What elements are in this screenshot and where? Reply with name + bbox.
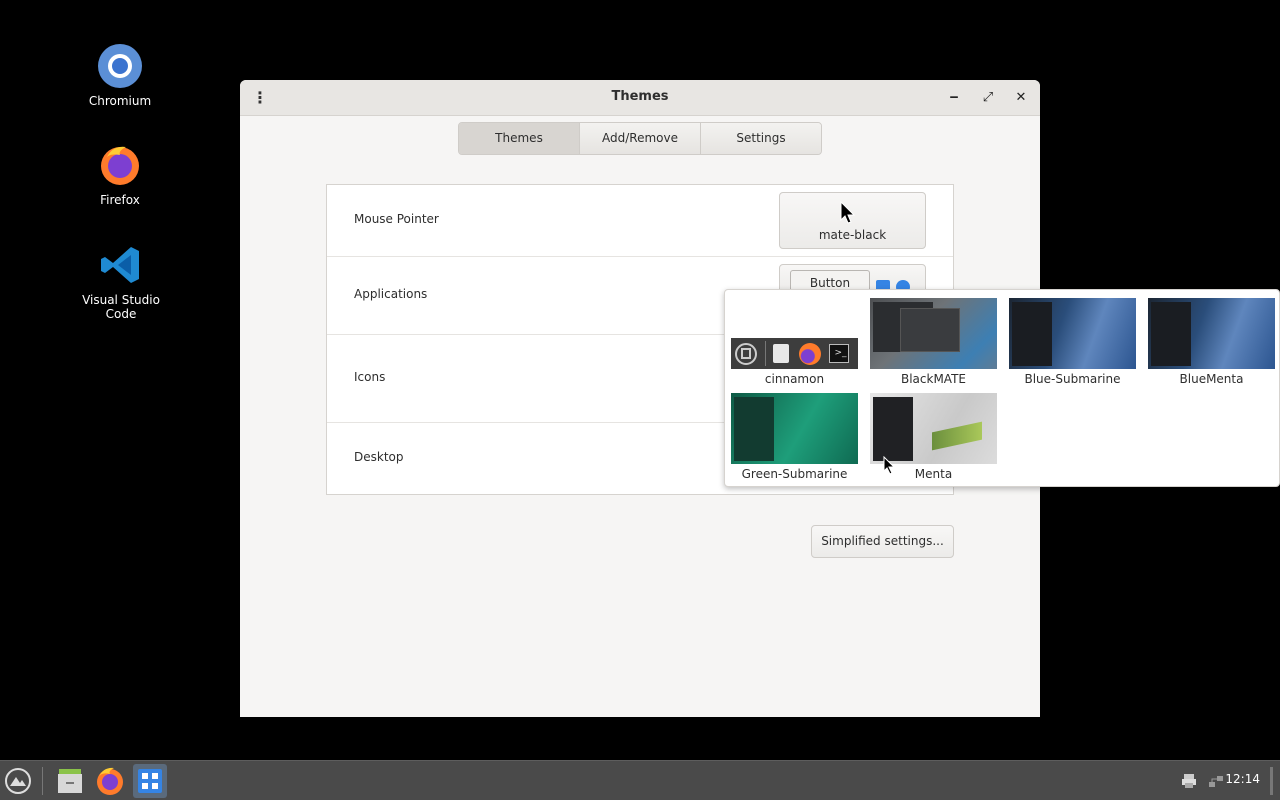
theme-name: Green-Submarine (741, 467, 848, 481)
firefox-icon (97, 767, 123, 795)
row-label: Desktop (354, 450, 404, 464)
mouse-pointer-value: mate-black (818, 228, 887, 242)
close-button[interactable]: ✕ (1012, 89, 1030, 107)
printer-icon[interactable] (1180, 772, 1198, 793)
titlebar: ⋮ Themes ‒ ⤢ ✕ (240, 80, 1040, 116)
separator (1270, 767, 1273, 795)
taskbar: 12:14 (0, 760, 1280, 800)
simplified-settings-button[interactable]: Simplified settings... (811, 525, 954, 558)
tab-settings[interactable]: Settings (701, 123, 821, 154)
wallpaper-preview (932, 421, 982, 451)
vscode-icon (99, 243, 143, 287)
row-label: Icons (354, 370, 386, 384)
row-mouse-pointer: Mouse Pointer mate-black (327, 185, 953, 257)
menu-button[interactable] (1, 764, 35, 798)
theme-name: cinnamon (764, 372, 825, 386)
terminal-icon: >_ (829, 344, 849, 363)
window-preview (873, 397, 913, 461)
tab-bar: Themes Add/Remove Settings (458, 122, 822, 155)
window-preview (900, 308, 960, 352)
desktop-icon-chromium[interactable]: Chromium (70, 44, 170, 108)
firefox-icon (799, 343, 821, 365)
theme-option-blue-submarine[interactable]: Blue-Submarine (1009, 298, 1136, 386)
desktop-icon-label: Visual Studio (82, 293, 160, 307)
theme-thumbnail (1009, 298, 1136, 369)
start-menu-icon (5, 768, 31, 794)
row-label: Mouse Pointer (354, 212, 439, 226)
theme-name: BlackMATE (900, 372, 966, 386)
theme-thumbnail (1148, 298, 1275, 369)
desktop-icon-label: Code (105, 307, 137, 321)
cursor-icon (883, 456, 896, 475)
taskbar-themes-window[interactable] (133, 764, 167, 798)
taskbar-files[interactable] (53, 764, 87, 798)
theme-thumbnail (870, 393, 997, 464)
theme-option-cinnamon[interactable]: >_ cinnamon (731, 298, 858, 386)
tab-themes[interactable]: Themes (459, 123, 580, 154)
row-label: Applications (354, 287, 428, 301)
theme-thumbnail (731, 393, 858, 464)
minimize-button[interactable]: ‒ (945, 89, 963, 107)
window-preview (1151, 302, 1191, 366)
window-preview (1012, 302, 1052, 366)
window-title: Themes (611, 89, 669, 104)
theme-chooser-popover: >_ cinnamon BlackMATE Blue-Submarine Blu… (724, 289, 1280, 487)
maximize-button[interactable]: ⤢ (979, 89, 997, 107)
theme-name: BlueMenta (1179, 372, 1244, 386)
desktop-icon-label: Chromium (88, 94, 152, 108)
theme-option-blackmate[interactable]: BlackMATE (870, 298, 997, 386)
mint-logo-icon (735, 343, 757, 365)
desktop-icon-vscode[interactable]: Visual Studio Code (71, 243, 171, 321)
chromium-icon (98, 44, 142, 88)
desktop-icon-firefox[interactable]: Firefox (70, 143, 170, 207)
cursor-icon (840, 201, 856, 224)
tab-add-remove[interactable]: Add/Remove (580, 123, 701, 154)
taskbar-firefox[interactable] (93, 764, 127, 798)
files-icon (773, 344, 789, 363)
theme-option-bluementa[interactable]: BlueMenta (1148, 298, 1275, 386)
theme-option-green-submarine[interactable]: Green-Submarine (731, 393, 858, 481)
clock[interactable]: 12:14 (1225, 772, 1260, 786)
desktop-icon-label: Firefox (100, 193, 140, 207)
panel-preview: >_ (731, 338, 858, 369)
theme-thumbnail (870, 298, 997, 369)
firefox-icon (98, 143, 142, 187)
theme-thumbnail: >_ (731, 298, 858, 369)
themes-app-icon (138, 769, 162, 793)
theme-name: Blue-Submarine (1024, 372, 1121, 386)
window-preview (734, 397, 774, 461)
network-icon[interactable] (1207, 772, 1225, 793)
separator (42, 767, 43, 795)
files-icon (58, 769, 82, 793)
separator (765, 341, 766, 366)
mouse-pointer-chooser[interactable]: mate-black (779, 192, 926, 249)
